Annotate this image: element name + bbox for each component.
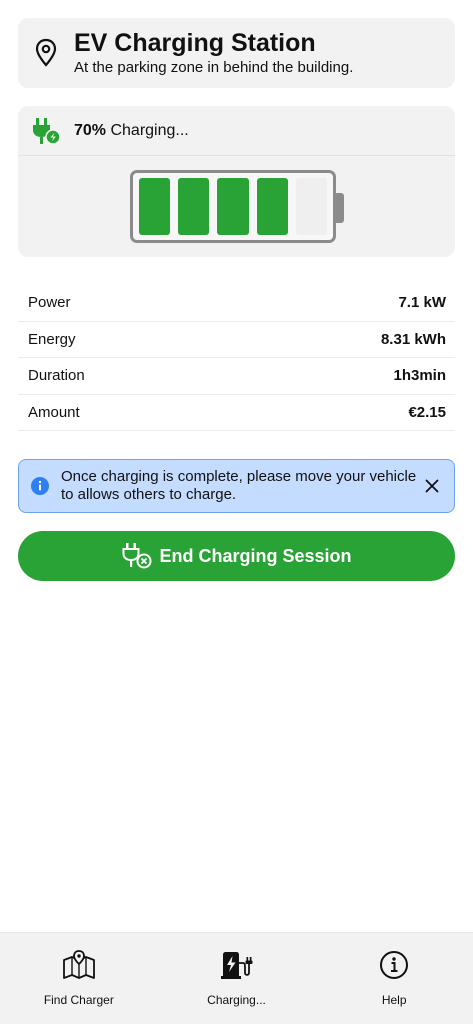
charging-station-icon bbox=[220, 952, 252, 979]
end-button-label: End Charging Session bbox=[159, 545, 352, 566]
battery-cell-filled bbox=[217, 178, 249, 235]
info-icon bbox=[31, 477, 49, 495]
end-charging-session-button[interactable]: End Charging Session bbox=[18, 531, 455, 581]
nav-label-help: Help bbox=[381, 993, 407, 1007]
map-icon bbox=[62, 950, 95, 979]
battery-cell-filled bbox=[178, 178, 210, 235]
stat-row-energy: Energy 8.31 kWh bbox=[18, 322, 455, 358]
nav-label-charging: Charging... bbox=[207, 993, 266, 1007]
station-title: EV Charging Station bbox=[74, 29, 316, 57]
stat-label: Power bbox=[28, 294, 71, 312]
stat-value: 7.1 kW bbox=[398, 294, 446, 312]
stat-row-power: Power 7.1 kW bbox=[18, 285, 455, 322]
info-notice: Once charging is complete, please move y… bbox=[18, 459, 455, 513]
charging-status-header: 70% Charging... bbox=[18, 106, 455, 156]
location-pin-icon bbox=[35, 38, 57, 67]
nav-find-charger[interactable]: Find Charger bbox=[0, 933, 158, 1024]
stat-label: Duration bbox=[28, 367, 85, 385]
station-info: EV Charging Station At the parking zone … bbox=[74, 29, 353, 77]
battery-area bbox=[18, 156, 455, 256]
nav-help[interactable]: Help bbox=[315, 933, 473, 1024]
nav-label-find-charger: Find Charger bbox=[43, 993, 114, 1007]
battery-cell-filled bbox=[256, 178, 288, 235]
stat-row-duration: Duration 1h3min bbox=[18, 358, 455, 395]
notice-message: Once charging is complete, please move y… bbox=[61, 468, 417, 503]
charge-percent: 70% bbox=[74, 121, 107, 139]
stat-value: 1h3min bbox=[393, 367, 446, 385]
stat-value: 8.31 kWh bbox=[380, 330, 446, 348]
charging-stats-list: Power 7.1 kW Energy 8.31 kWh Duration 1h3min A… bbox=[18, 285, 455, 431]
battery-terminal bbox=[336, 193, 344, 223]
nav-charging[interactable]: Charging... bbox=[158, 933, 316, 1024]
stat-label: Energy bbox=[28, 330, 76, 348]
charging-plug-icon bbox=[33, 117, 61, 145]
app-page: EV Charging Station At the parking zone … bbox=[0, 0, 473, 1024]
charging-status-card: 70% Charging... bbox=[18, 106, 455, 257]
bottom-navigation: Find Charger Charging... Help bbox=[0, 932, 473, 1024]
battery-level-indicator bbox=[130, 170, 336, 243]
charging-status-text: 70% Charging... bbox=[74, 122, 189, 140]
station-card: EV Charging Station At the parking zone … bbox=[18, 18, 455, 88]
battery-cell-empty bbox=[295, 178, 328, 235]
close-icon[interactable] bbox=[425, 479, 439, 493]
charge-status: Charging... bbox=[106, 121, 189, 139]
station-subtitle: At the parking zone in behind the buildi… bbox=[74, 59, 354, 76]
unplug-icon bbox=[122, 543, 152, 569]
battery-cell-filled bbox=[139, 178, 171, 235]
stat-value: €2.15 bbox=[408, 403, 446, 421]
stat-row-amount: Amount €2.15 bbox=[18, 395, 455, 431]
stat-label: Amount bbox=[28, 403, 80, 421]
info-icon bbox=[380, 951, 409, 979]
